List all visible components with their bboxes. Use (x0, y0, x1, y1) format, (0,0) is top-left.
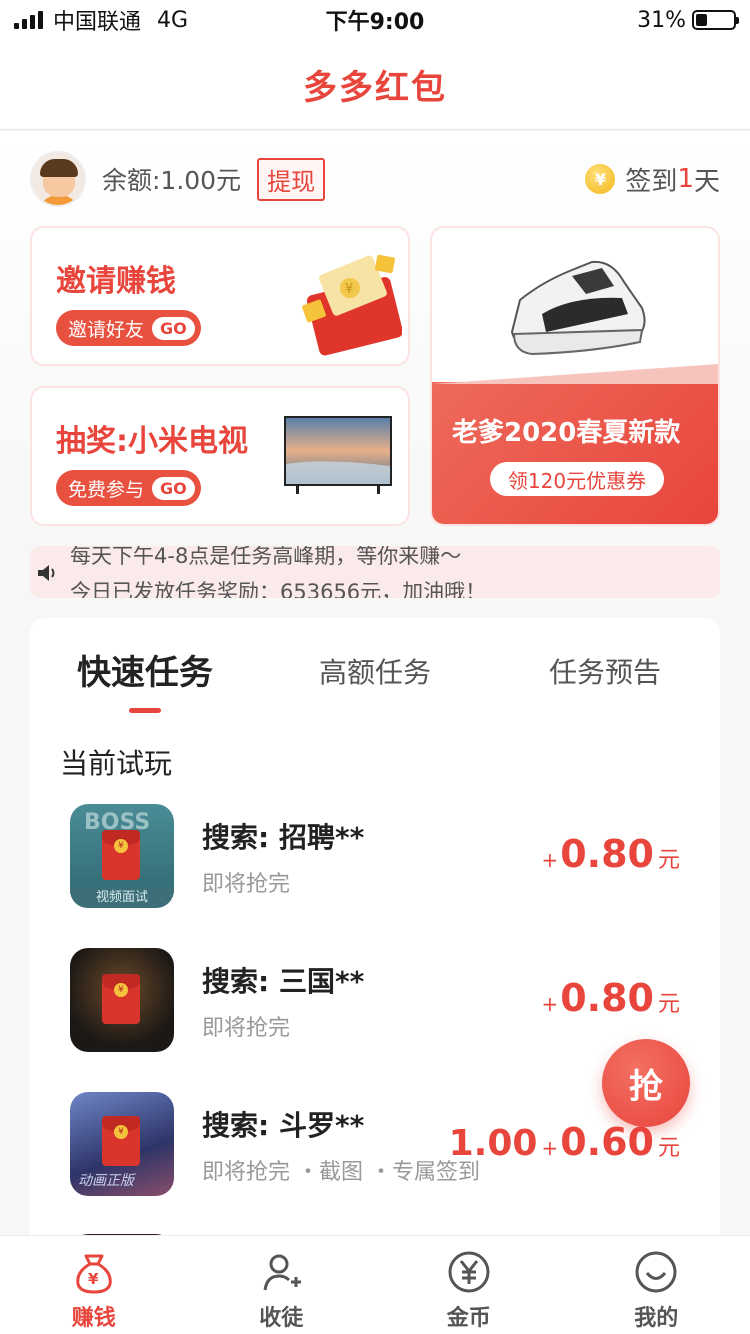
signin-button[interactable]: ¥ 签到 1 天 (585, 161, 720, 198)
reward-plus: + (541, 992, 559, 1016)
svg-text:¥: ¥ (345, 282, 353, 297)
tabbar-label: 金币 (446, 1306, 491, 1331)
task-item[interactable]: BOSS 视频面试 搜索: 招聘** 即将抢完 + 0.80 元 (30, 804, 720, 914)
signin-prefix: 签到 (625, 166, 678, 197)
go-badge: GO (152, 476, 195, 500)
signal-icon (14, 11, 43, 29)
reward-plus: + (541, 848, 559, 872)
app-icon (70, 948, 174, 1052)
notice-line: 每天下午4-8点是任务高峰期，等你来赚～ (70, 546, 462, 568)
reward-extra: 1.00 (448, 1123, 538, 1164)
network-label: 4G (157, 7, 189, 33)
reward-amount: 0.80 (560, 832, 654, 876)
product-card[interactable]: 老爹2020春夏新款 领120元优惠券 (430, 226, 720, 526)
user-row: 余额:1.00元 提现 ¥ 签到 1 天 (30, 151, 720, 207)
task-tabs: 快速任务 高额任务 任务预告 (30, 646, 720, 716)
app-icon: BOSS 视频面试 (70, 804, 174, 908)
task-status: 即将抢完 (202, 1016, 291, 1041)
invite-button-label: 邀请好友 (68, 318, 145, 341)
lottery-title: 抽奖:小米电视 (56, 424, 248, 459)
task-name: 搜索: 招聘** (202, 821, 365, 854)
smile-icon (635, 1251, 677, 1293)
withdraw-button[interactable]: 提现 (257, 157, 326, 201)
join-button-label: 免费参与 (68, 478, 145, 501)
tabbar-label: 我的 (634, 1306, 679, 1331)
invite-title: 邀请赚钱 (56, 264, 176, 299)
avatar[interactable] (30, 151, 86, 207)
task-name: 搜索: 斗罗** (202, 1109, 365, 1142)
task-reward: + 0.80 元 (541, 976, 680, 1020)
product-banner: 老爹2020春夏新款 领120元优惠券 (432, 364, 718, 524)
red-envelope-icon (102, 830, 140, 880)
reward-unit: 元 (657, 992, 680, 1017)
reward-amount: 0.80 (560, 976, 654, 1020)
tabbar-label: 赚钱 (71, 1306, 116, 1331)
notice-line: 今日已发放任务奖励：653656元，加油哦！ (70, 580, 487, 598)
task-status: 即将抢完 (202, 872, 291, 897)
tabbar-item-recruit[interactable]: 收徒 (188, 1236, 376, 1334)
section-title: 当前试玩 (60, 747, 173, 780)
lottery-card[interactable]: 抽奖:小米电视 免费参与 GO (30, 386, 410, 526)
add-user-icon (263, 1254, 302, 1291)
reward-plus: + (541, 1136, 559, 1160)
join-free-button[interactable]: 免费参与 GO (56, 470, 201, 506)
yen-coin-icon (448, 1251, 490, 1293)
carrier-label: 中国联通 (53, 10, 142, 35)
tabbar-label: 收徒 (259, 1306, 304, 1331)
notice-marquee: 每天下午4-8点是任务高峰期，等你来赚～ 今日已发放任务奖励：653656元，加… (30, 546, 720, 598)
speaker-icon (38, 565, 55, 581)
tabbar-item-coins[interactable]: 金币 (375, 1236, 563, 1334)
svg-text:¥: ¥ (88, 1270, 99, 1288)
tabbar-item-earn[interactable]: ¥ 赚钱 (0, 1236, 188, 1334)
tab-task-preview[interactable]: 任务预告 (490, 646, 720, 716)
status-bar: 中国联通 4G 下午9:00 31% (0, 0, 750, 40)
red-envelope-icon: ¥ (302, 254, 402, 356)
sneaker-image (510, 260, 646, 356)
reward-unit: 元 (657, 848, 680, 873)
product-title: 老爹2020春夏新款 (452, 418, 681, 448)
coupon-button[interactable]: 领120元优惠券 (490, 462, 664, 496)
signin-suffix: 天 (693, 166, 720, 197)
signin-days: 1 (677, 164, 694, 194)
go-badge: GO (152, 316, 195, 340)
money-bag-icon: ¥ (76, 1254, 112, 1294)
invite-card[interactable]: 邀请赚钱 邀请好友 GO ¥ (30, 226, 410, 366)
battery-percent: 31% (637, 7, 686, 33)
task-name: 搜索: 三国** (202, 965, 365, 998)
balance-text: 余额:1.00元 (102, 166, 242, 195)
invite-friends-button[interactable]: 邀请好友 GO (56, 310, 201, 346)
task-panel: 快速任务 高额任务 任务预告 当前试玩 BOSS 视频面试 搜索: 招聘** 即… (30, 618, 720, 1258)
tv-image (284, 416, 392, 494)
nav-bar: 多多红包 (0, 40, 750, 130)
red-envelope-icon (102, 1116, 140, 1166)
grab-button[interactable]: 抢 (602, 1039, 690, 1127)
coin-icon: ¥ (585, 164, 616, 194)
tab-high-reward-tasks[interactable]: 高额任务 (260, 646, 490, 716)
reward-unit: 元 (657, 1136, 680, 1161)
tabbar-item-mine[interactable]: 我的 (563, 1236, 750, 1334)
battery-status: 31% (637, 7, 739, 33)
task-reward: + 0.80 元 (541, 832, 680, 876)
task-status: 即将抢完 ・截图 ・专属签到 (202, 1160, 480, 1185)
page-title: 多多红包 (303, 68, 447, 108)
red-envelope-icon (102, 974, 140, 1024)
tab-quick-tasks[interactable]: 快速任务 (30, 646, 260, 716)
battery-icon (692, 10, 739, 30)
task-item[interactable]: 搜索: 三国** 即将抢完 + 0.80 元 (30, 948, 720, 1058)
battery-fill (696, 14, 708, 26)
app-icon: 动画正版 (70, 1092, 174, 1196)
bottom-tabbar: ¥ 赚钱 收徒 金币 我的 (0, 1235, 750, 1334)
